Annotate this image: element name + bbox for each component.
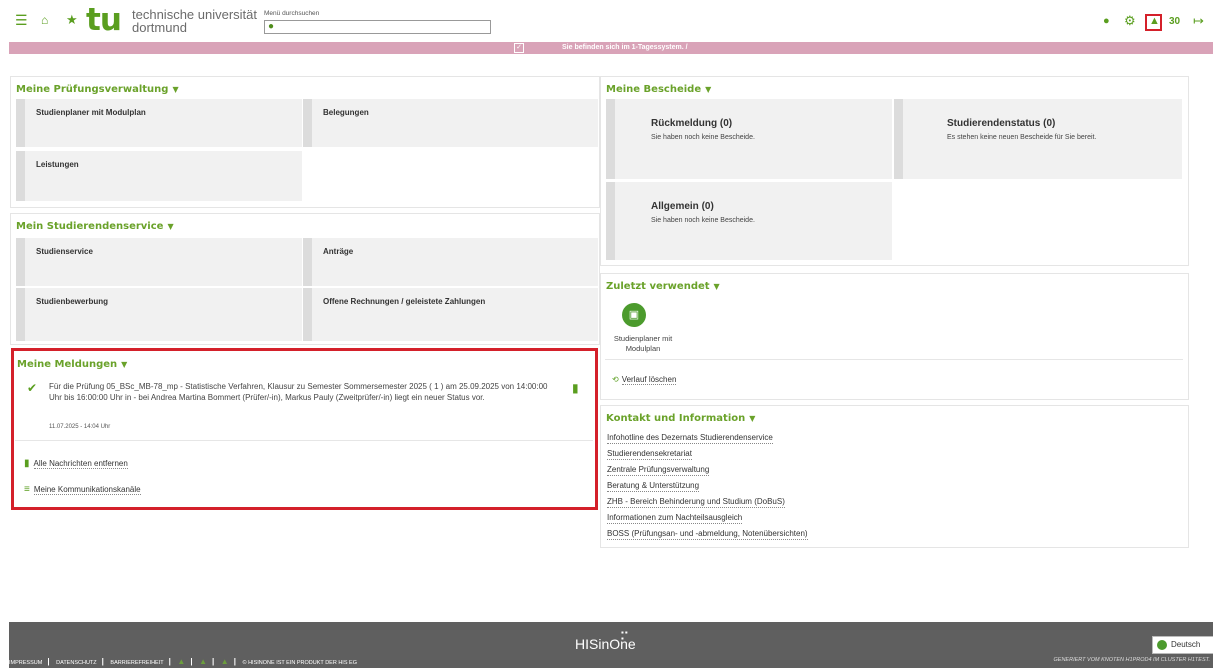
footer-impressum-link[interactable]: IMPRESSUM — [9, 660, 42, 666]
footer-nav: IMPRESSUM | DATENSCHUTZ | BARRIEREFREIHEIT… — [9, 657, 357, 666]
tile-offene-rechnungen[interactable]: Offene Rechnungen / geleistete Zahlungen — [303, 288, 598, 341]
communication-channels-link[interactable]: ≡ Meine Kommunikationskanäle — [24, 484, 141, 495]
kontakt-link-dobus[interactable]: ZHB - Bereich Behinderung und Studium (D… — [607, 497, 785, 508]
search-icon: ● — [268, 21, 275, 32]
globe-icon — [1157, 640, 1167, 650]
bell-icon[interactable]: ▲ — [199, 657, 207, 666]
checkmark-icon: ✔ — [27, 381, 38, 395]
notification-date: 11.07.2025 - 14:04 Uhr — [49, 424, 111, 430]
portlet-bescheide: Meine Bescheide ▼ Rückmeldung (0) Sie hab… — [600, 76, 1189, 266]
user-icon[interactable]: ▲ — [221, 657, 229, 666]
divider — [15, 440, 593, 441]
language-label: Deutsch — [1171, 640, 1201, 649]
tile-belegungen[interactable]: Belegungen — [303, 99, 598, 147]
kontakt-link-beratung[interactable]: Beratung & Unterstützung — [607, 481, 700, 492]
portlet-title[interactable]: Zuletzt verwendet ▼ — [606, 281, 720, 292]
divider — [605, 359, 1183, 360]
portlet-title[interactable]: Mein Studierendenservice ▼ — [16, 221, 174, 232]
system-info-bar: ✓ Sie befinden sich im 1-Tagessystem. / — [9, 42, 1213, 54]
footer-datenschutz-link[interactable]: DATENSCHUTZ — [56, 660, 97, 666]
search-label: Menü durchsuchen — [264, 10, 320, 17]
tile-studierendenstatus[interactable]: Studierendenstatus (0) Es stehen keine n… — [894, 99, 1182, 179]
university-logo-text[interactable]: technische universität dortmund — [132, 8, 257, 34]
gear-icon[interactable]: ⚙ — [1124, 14, 1136, 27]
tile-allgemein[interactable]: Allgemein (0) Sie haben noch keine Besch… — [606, 182, 892, 260]
trash-icon[interactable]: ▮ — [572, 381, 579, 395]
kontakt-link-pruefungsverwaltung[interactable]: Zentrale Prüfungsverwaltung — [607, 465, 710, 476]
product-notice: © HISINONE IST EIN PRODUKT DER HIS EG — [242, 660, 357, 666]
star-icon[interactable]: ★ — [66, 13, 78, 26]
clear-history-link[interactable]: ⟲ Verlauf löschen — [612, 375, 677, 385]
portlet-title[interactable]: Meine Bescheide ▼ — [606, 84, 711, 95]
hamburger-icon[interactable]: ☰ — [15, 13, 28, 27]
bell-icon[interactable]: ▲ — [1149, 16, 1160, 27]
user-icon[interactable]: ● — [1103, 16, 1110, 27]
system-message: Sie befinden sich im 1-Tagessystem. / — [562, 44, 688, 51]
notification-message: Für die Prüfung 05_BSc_MB-78_mp - Statis… — [49, 382, 548, 402]
divider: | — [212, 657, 215, 666]
footer: HISinOne ▪▪ ▪ Deutsch IMPRESSUM | DATENSCH… — [9, 622, 1213, 668]
portlet-studierendenservice: Mein Studierendenservice ▼ Studienservice… — [10, 213, 600, 345]
menu-search-input[interactable] — [279, 21, 489, 33]
divider: | — [101, 657, 104, 666]
chevron-down-icon[interactable]: ▼ — [121, 360, 127, 369]
divider: | — [233, 657, 236, 666]
tile-studienplaner[interactable]: Studienplaner mit Modulplan — [16, 99, 302, 147]
portlet-title[interactable]: Kontakt und Information ▼ — [606, 413, 755, 424]
divider: | — [190, 657, 193, 666]
tile-rueckmeldung[interactable]: Rückmeldung (0) Sie haben noch keine Bes… — [606, 99, 892, 179]
divider: | — [168, 657, 171, 666]
divider: | — [47, 657, 50, 666]
kontakt-link-boss[interactable]: BOSS (Prüfungsan- und -abmeldung, Notenü… — [607, 529, 808, 540]
tile-studienbewerbung[interactable]: Studienbewerbung — [16, 288, 302, 341]
footer-barrierefreiheit-link[interactable]: BARRIEREFREIHEIT — [110, 660, 163, 666]
tile-leistungen[interactable]: Leistungen — [16, 151, 302, 201]
home-icon[interactable]: ⌂ — [41, 14, 48, 26]
sliders-icon: ≡ — [24, 484, 30, 495]
university-logo-mark[interactable]: tu — [86, 5, 122, 36]
language-switcher[interactable]: Deutsch — [1152, 636, 1213, 654]
portlet-kontakt: Kontakt und Information ▼ — [600, 405, 1189, 548]
logout-icon[interactable]: ↦ — [1193, 14, 1204, 27]
portlet-zuletzt-verwendet: Zuletzt verwendet ▼ — [600, 273, 1189, 400]
refresh-icon: ⟲ — [612, 375, 619, 384]
chevron-down-icon[interactable]: ▼ — [172, 85, 178, 94]
tile-studienservice[interactable]: Studienservice — [16, 238, 302, 286]
kontakt-link-sekretariat[interactable]: Studierendensekretariat — [607, 449, 692, 460]
kontakt-link-infohotline[interactable]: Infohotline des Dezernats Studierendense… — [607, 433, 773, 444]
remove-all-messages-link[interactable]: ▮ Alle Nachrichten entfernen — [24, 458, 128, 469]
trash-icon: ▮ — [24, 458, 30, 469]
portlet-pruefungsverwaltung: Meine Prüfungsverwaltung ▼ Studienplaner … — [10, 76, 600, 208]
recent-item-label[interactable]: Studienplaner mit Modulplan — [608, 334, 678, 354]
logo-line-2: dortmund — [132, 20, 187, 35]
notification-count[interactable]: 30 — [1169, 16, 1180, 27]
chevron-down-icon[interactable]: ▼ — [714, 282, 720, 291]
meldungen-title[interactable]: Meine Meldungen ▼ — [17, 359, 127, 370]
chevron-down-icon[interactable]: ▼ — [167, 222, 173, 231]
portlet-title[interactable]: Meine Prüfungsverwaltung ▼ — [16, 84, 179, 95]
tile-antraege[interactable]: Anträge — [303, 238, 598, 286]
sitemap-icon[interactable]: ▣ — [622, 303, 646, 327]
menu-search-box[interactable]: ● — [264, 20, 491, 34]
top-header: ☰ ⌂ ★ tu technische universität dortmund… — [0, 0, 1213, 42]
kontakt-link-nachteilsausgleich[interactable]: Informationen zum Nachteilsausgleich — [607, 513, 743, 524]
chevron-down-icon[interactable]: ▼ — [705, 85, 711, 94]
chevron-down-icon[interactable]: ▼ — [749, 414, 755, 423]
tree-icon[interactable]: ▲ — [177, 657, 185, 666]
checkbox-icon[interactable]: ✓ — [514, 43, 524, 53]
brand-dots-icon: ▪▪ ▪ — [621, 628, 629, 643]
generated-by-notice: GENERIERT VOM KNOTEN H1PROD4 IM CLUSTER … — [1053, 657, 1210, 663]
